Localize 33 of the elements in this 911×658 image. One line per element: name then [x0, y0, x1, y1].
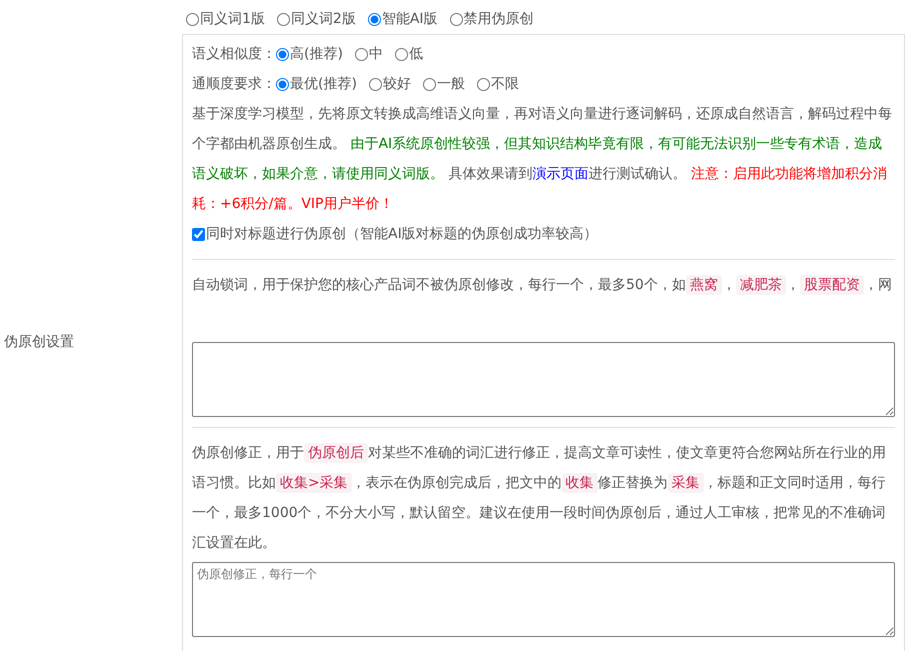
radio-button[interactable] — [394, 48, 408, 60]
radio-button[interactable] — [476, 78, 490, 90]
option-label[interactable]: 一般 — [436, 69, 465, 99]
field-label: 通顺度要求： — [192, 75, 276, 94]
option-label[interactable]: 不限 — [490, 69, 519, 99]
option-label[interactable]: 较好 — [382, 69, 411, 99]
option-label[interactable]: 中 — [368, 39, 383, 69]
option-label[interactable]: 同义词2版 — [290, 4, 356, 34]
radio-button[interactable] — [422, 78, 436, 90]
radio-button[interactable] — [276, 12, 290, 26]
radio-button[interactable] — [354, 48, 368, 60]
option-label[interactable]: 同义词1版 — [200, 4, 265, 34]
radio-button[interactable] — [186, 12, 199, 26]
option-label[interactable]: 最优(推荐) — [290, 69, 357, 99]
option-label[interactable]: 低 — [408, 39, 423, 69]
radio-button[interactable] — [276, 78, 289, 90]
radio-button[interactable] — [368, 78, 382, 90]
checkbox[interactable] — [192, 228, 205, 240]
paragraph-text: 基于深度学习模型，先将原文转换成高维语义向量，再对语义向量进行逐词解码，还原成自然语言，解码过程中每个字都由机器原创生成。 由于AI系统原创性较强，但其知识结构毕竟有限，有可能无法识别一些专有术语，造成语义破坏，如果介意，请使用同义词版。 具体效果请到演示页面进行测试确认。 注意：启用此功能将增加积分消耗：+6积分/篇。VIP用户半价！ — [192, 105, 893, 214]
lock-words-field[interactable] — [192, 342, 895, 417]
radio-button[interactable] — [276, 48, 289, 60]
field-label: 语义相似度： — [192, 45, 276, 64]
checkbox-label[interactable]: 同时对标题进行伪原创（智能AI版对标题的伪原创成功率较高） — [206, 219, 598, 249]
radio-button[interactable] — [450, 12, 463, 26]
option-label[interactable]: 智能AI版 — [382, 4, 438, 34]
correction-field[interactable]: 伪原创修正，每行一个 — [192, 562, 895, 637]
paragraph-text: 自动锁词，用于保护您的核心产品词不被伪原创修改，每行一个，最多50个，如 燕窝 ， 减肥茶 ， 股票配资 ，网 — [192, 274, 893, 297]
demo-link[interactable]: 演示页面 — [532, 166, 588, 182]
paragraph-text: 伪原创修正，用于 伪原创后 对某些不准确的词汇进行修正，提高文章可读性，使文章更符合您网站所在行业的用语习惯。比如 收集>采集 ，表示在伪原创完成后，把文中的 收集 修正替换为 采集 ，标题和正文同时适用，每行一个，最多1000个，不分大小写，默认留空。建议在使用一段时间伪原创后，通过人工审核，把常见的不准确词汇设置在此。 — [192, 442, 887, 553]
option-label[interactable]: 禁用伪原创 — [464, 4, 534, 34]
settings-label: 伪原创设置 — [4, 333, 74, 352]
option-label[interactable]: 高(推荐) — [290, 39, 343, 69]
radio-button[interactable] — [368, 12, 381, 26]
